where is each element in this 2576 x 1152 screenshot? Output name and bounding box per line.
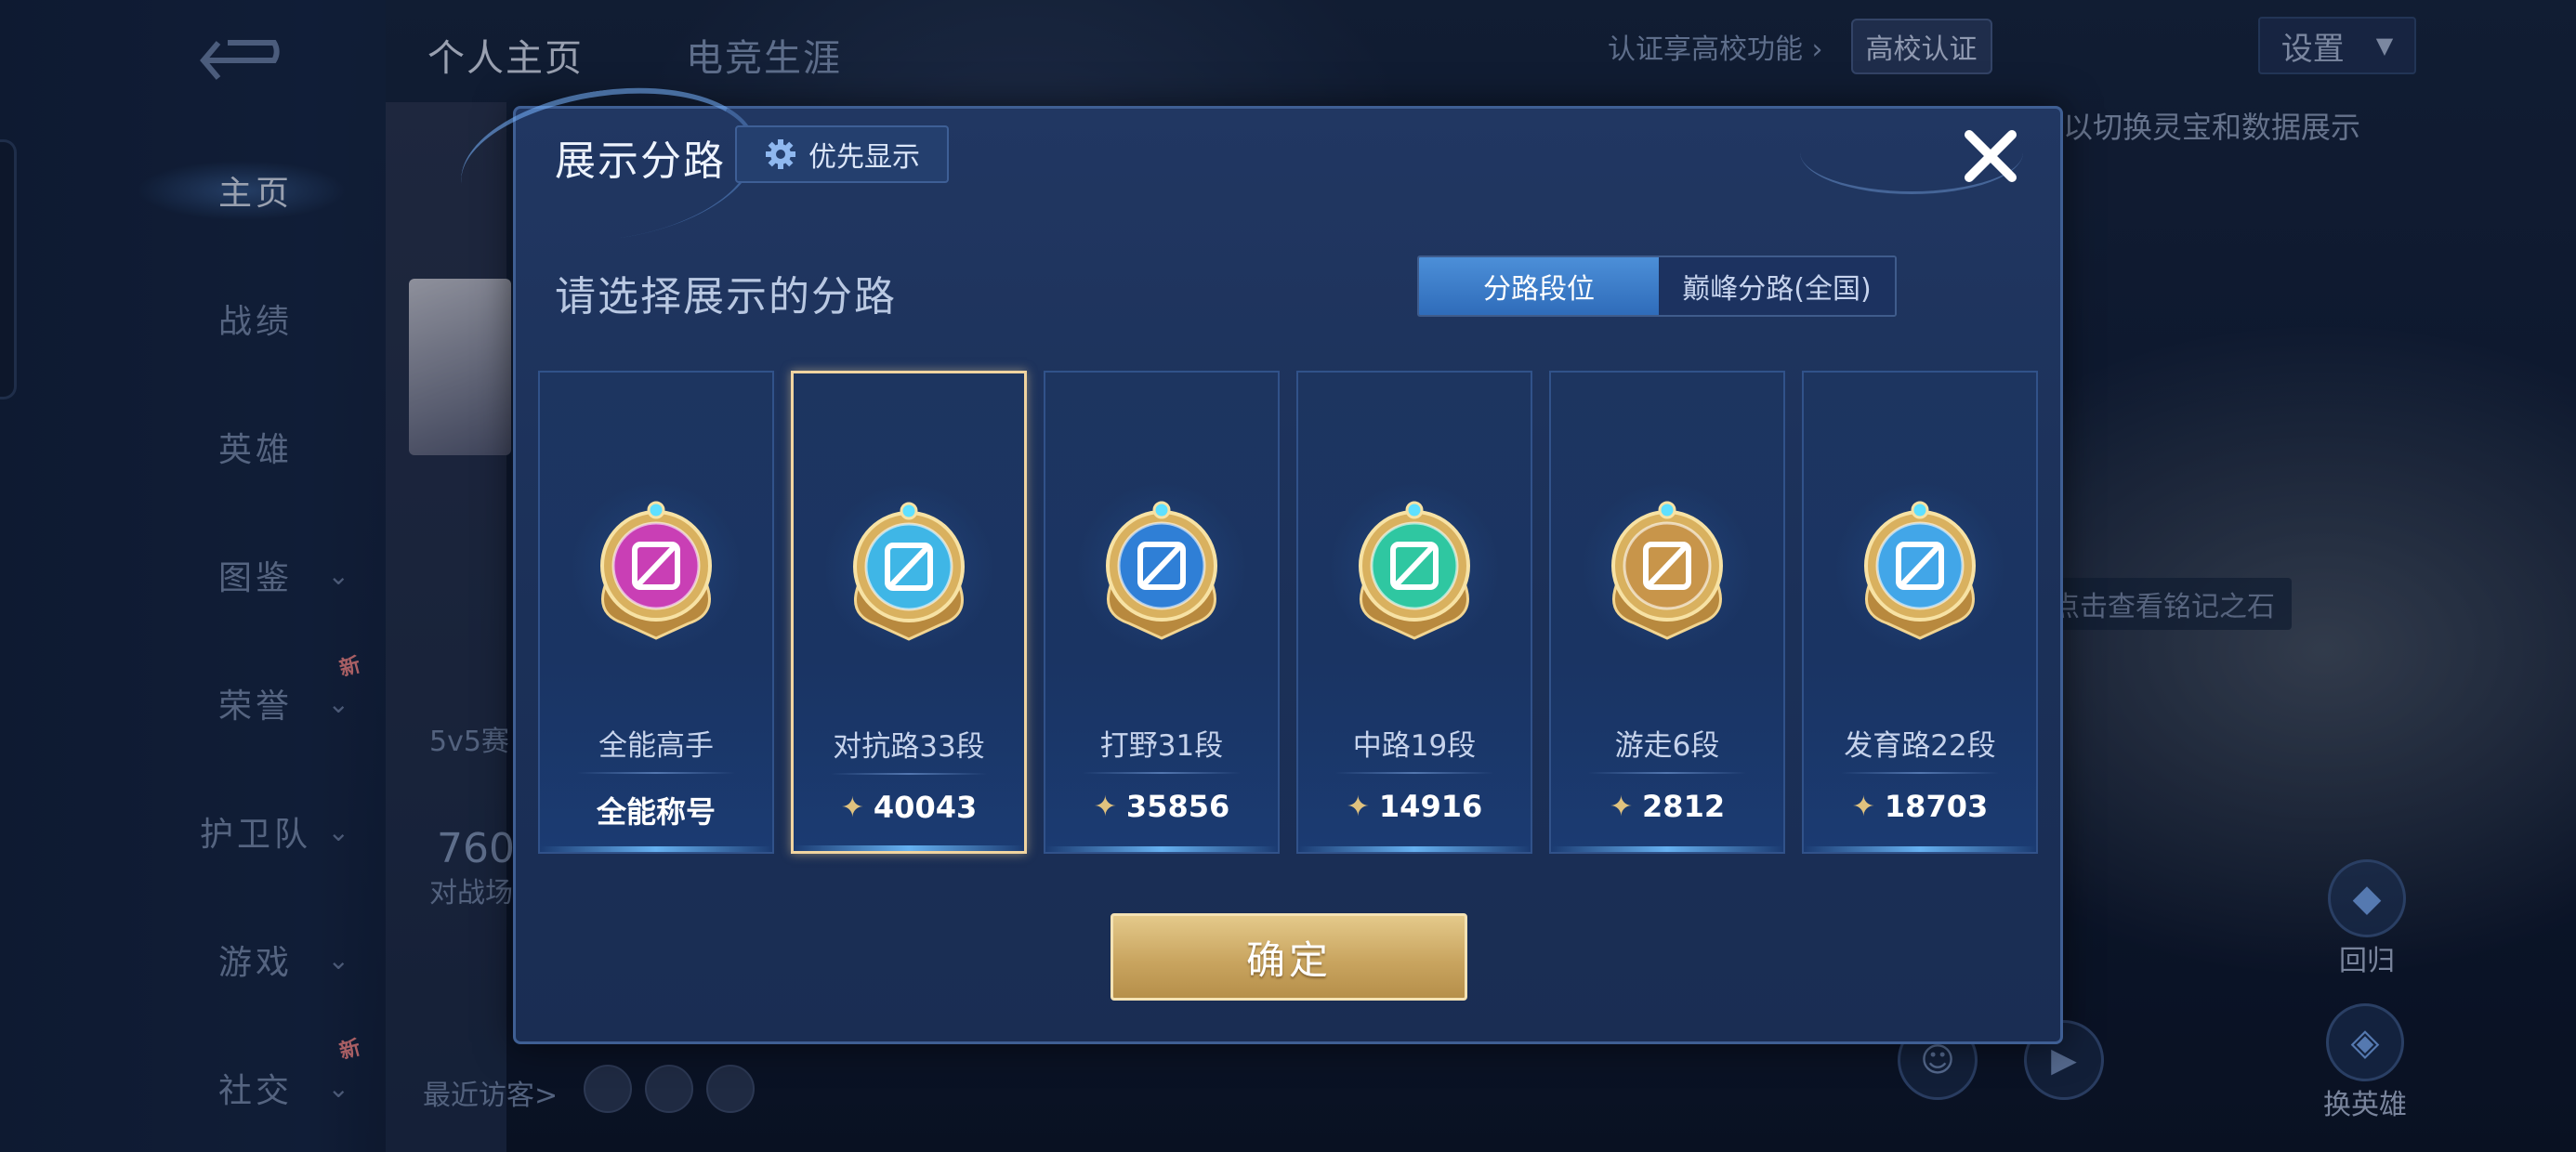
points-icon: ✦ xyxy=(1346,790,1370,823)
lane-card[interactable]: 对抗路33段 ✦ 40043 xyxy=(791,371,1027,854)
toggle-lane-rank[interactable]: 分路段位 xyxy=(1419,257,1659,315)
lane-badge xyxy=(1836,484,2004,651)
lane-value: ✦ 14916 xyxy=(1298,789,1531,824)
toggle-peak-lane[interactable]: 巅峰分路(全国) xyxy=(1659,257,1895,315)
lane-badge xyxy=(1331,484,1498,651)
points-icon: ✦ xyxy=(1093,790,1117,823)
lane-divider xyxy=(1841,772,1999,774)
close-button[interactable] xyxy=(1956,122,2025,190)
lane-value-text: 18703 xyxy=(1884,789,1989,824)
lane-card[interactable]: 发育路22段 ✦ 18703 xyxy=(1802,371,2038,854)
lane-value-text: 2812 xyxy=(1642,789,1726,824)
lane-name: 中路19段 xyxy=(1352,729,1477,763)
lane-list: 全能高手 全能称号 对抗路33段 ✦ 40043 打野31段 ✦ 35856 中路19段 ✦ 149… xyxy=(538,371,2044,854)
lane-value-text: 14916 xyxy=(1378,789,1483,824)
gear-icon xyxy=(766,139,795,169)
farm-lane-badge-icon xyxy=(1864,501,1976,640)
lane-badge xyxy=(1584,484,1751,651)
lane-display-dialog: 展示分路 优先显示 请选择展示的分路 分路段位 巅峰分路(全国) 全能高手全能称… xyxy=(451,70,2063,1044)
clash-lane-badge-icon xyxy=(853,502,965,641)
lane-value: ✦ 18703 xyxy=(1804,789,2036,824)
lane-value-text: 40043 xyxy=(873,790,978,825)
priority-display-button[interactable]: 优先显示 xyxy=(735,125,949,183)
lane-divider xyxy=(1083,772,1241,774)
allround-badge-icon xyxy=(600,501,712,640)
lane-name: 发育路22段 xyxy=(1844,729,1996,763)
lane-card[interactable]: 中路19段 ✦ 14916 xyxy=(1296,371,1532,854)
lane-value-text: 全能称号 xyxy=(596,794,716,830)
lane-value-text: 35856 xyxy=(1125,789,1230,824)
lane-value: ✦ 35856 xyxy=(1045,789,1278,824)
dialog-title: 展示分路 xyxy=(555,137,726,185)
lane-badge xyxy=(1078,484,1245,651)
points-icon: ✦ xyxy=(840,791,864,824)
mid-lane-badge-icon xyxy=(1359,501,1470,640)
lane-divider xyxy=(577,772,735,774)
lane-value: ✦ 40043 xyxy=(794,790,1024,825)
lane-divider xyxy=(1588,772,1746,774)
lane-badge xyxy=(825,485,992,652)
lane-mode-toggle: 分路段位 巅峰分路(全国) xyxy=(1417,255,1897,317)
lane-card[interactable]: 全能高手 全能称号 xyxy=(538,371,774,854)
points-icon: ✦ xyxy=(1851,790,1875,823)
lane-name: 对抗路33段 xyxy=(833,730,985,764)
lane-divider xyxy=(1335,772,1493,774)
lane-value: ✦ 2812 xyxy=(1551,789,1783,824)
lane-card[interactable]: 游走6段 ✦ 2812 xyxy=(1549,371,1785,854)
lane-name: 游走6段 xyxy=(1614,729,1720,763)
lane-name: 打野31段 xyxy=(1099,729,1224,763)
lane-name: 全能高手 xyxy=(598,729,714,763)
close-icon xyxy=(1965,130,2017,182)
jungle-badge-icon xyxy=(1106,501,1217,640)
points-icon: ✦ xyxy=(1609,790,1634,823)
lane-badge xyxy=(572,484,740,651)
priority-label: 优先显示 xyxy=(808,141,920,174)
lane-divider xyxy=(831,773,987,775)
roam-badge-icon xyxy=(1611,501,1723,640)
confirm-button[interactable]: 确定 xyxy=(1111,913,1467,1001)
lane-value: 全能称号 xyxy=(540,789,772,831)
dialog-subtitle: 请选择展示的分路 xyxy=(555,273,897,321)
lane-card[interactable]: 打野31段 ✦ 35856 xyxy=(1044,371,1280,854)
